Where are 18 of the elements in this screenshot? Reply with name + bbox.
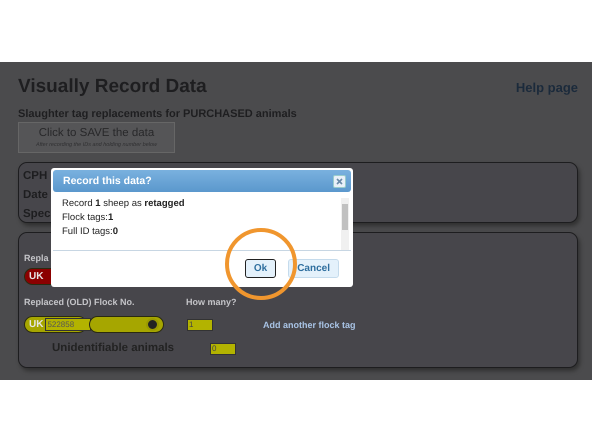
tag-prefix: UK	[29, 271, 44, 282]
flock-number-field[interactable]: 522858	[45, 318, 92, 331]
dialog-button[interactable]: Cancel	[288, 259, 339, 278]
close-icon	[336, 178, 343, 184]
field-label: Replaced (OLD) Flock No.	[24, 297, 136, 307]
dialog-text: Full ID tags:0	[62, 226, 119, 237]
dialog-text: Flock tags:1	[62, 212, 114, 223]
add-flock-tag-link[interactable]: Add another flock tag	[263, 320, 356, 330]
how-many-field[interactable]: 1	[187, 318, 213, 330]
field-label: How many?	[186, 297, 237, 307]
unidentifiable-field[interactable]: 0	[210, 342, 236, 354]
dialog-text: Record 1 sheep as retagged	[62, 198, 186, 209]
dialog-title: Record this data?	[63, 175, 152, 187]
scrollbar[interactable]	[341, 198, 349, 250]
dialog-button[interactable]: Ok	[244, 259, 276, 278]
close-button[interactable]	[333, 174, 346, 188]
tag-prefix: UK	[29, 319, 44, 330]
field-label: Repla	[24, 253, 49, 263]
